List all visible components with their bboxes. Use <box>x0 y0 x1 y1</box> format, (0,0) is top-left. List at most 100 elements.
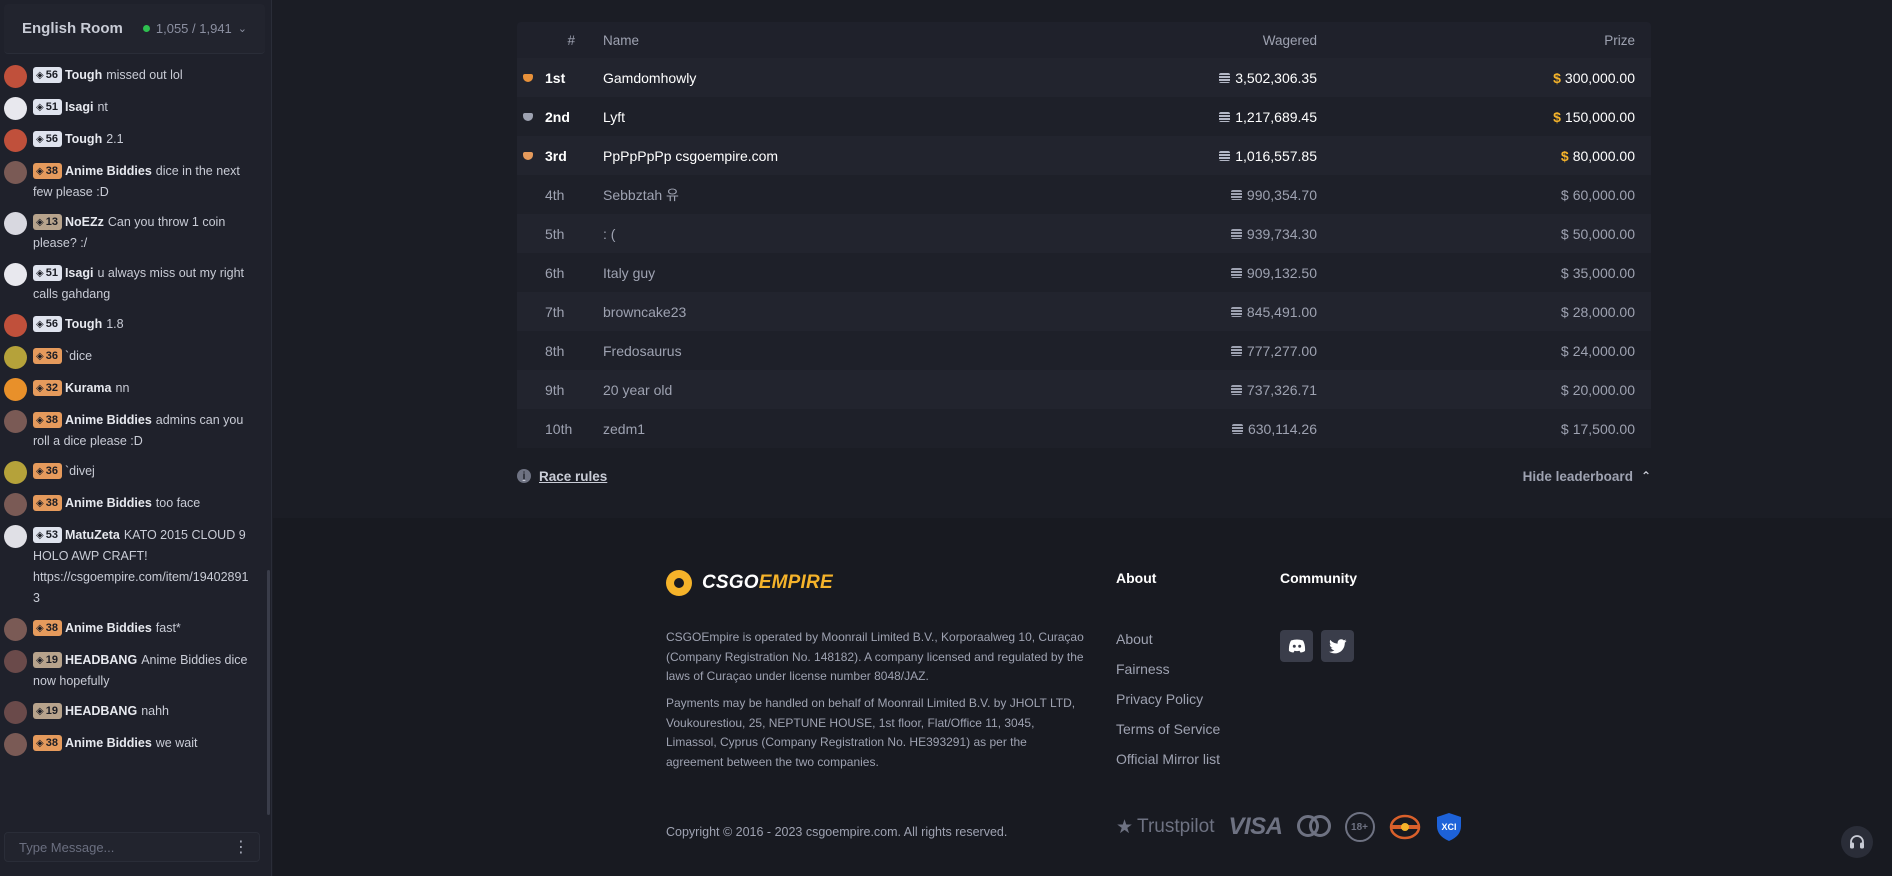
support-button[interactable] <box>1841 826 1873 858</box>
footer-link[interactable]: Fairness <box>1116 660 1220 679</box>
level-badge: ◈ 38 <box>33 620 62 636</box>
chat-username[interactable]: Anime Biddies <box>65 621 152 635</box>
avatar[interactable] <box>4 493 27 516</box>
avatar[interactable] <box>4 314 27 337</box>
player-name: zedm1 <box>603 420 646 437</box>
legal-payments-text: Payments may be handled on behalf of Moo… <box>666 696 1076 769</box>
license-shield-icon[interactable]: XCI <box>1435 812 1463 842</box>
chat-username[interactable]: Anime Biddies <box>65 496 152 510</box>
chat-username[interactable]: HEADBANG <box>65 653 137 667</box>
avatar[interactable] <box>4 129 27 152</box>
level-number: 36 <box>45 465 58 477</box>
level-badge: ◈ 38 <box>33 412 62 428</box>
medal-icon <box>523 151 533 160</box>
chevron-up-icon: ⌃ <box>1640 469 1651 483</box>
chat-message-text: nahh <box>141 704 169 718</box>
dollar-icon: $ <box>1560 303 1569 320</box>
player-name: Fredosaurus <box>603 342 682 359</box>
level-number: 38 <box>45 497 58 509</box>
chat-username[interactable]: Tough <box>65 132 102 146</box>
chat-username[interactable]: Tough <box>65 317 102 331</box>
avatar[interactable] <box>4 701 27 724</box>
prize-amount: 150,000.00 <box>1564 108 1635 125</box>
discord-button[interactable] <box>1280 630 1313 662</box>
level-gem-icon: ◈ <box>36 351 44 362</box>
gaming-authority-icon <box>1389 814 1420 840</box>
avatar[interactable] <box>4 263 27 286</box>
chat-username[interactable]: Tough <box>65 68 102 82</box>
footer-link[interactable]: Official Mirror list <box>1116 750 1220 769</box>
chat-username[interactable]: Anime Biddies <box>65 164 152 178</box>
wagered-cell: 909,132.50 <box>1057 265 1317 281</box>
chat-message-input[interactable] <box>19 839 209 855</box>
twitter-button[interactable] <box>1321 630 1354 662</box>
chat-message-body: ◈ 38 Anime Biddies dice in the next few ple… <box>33 161 258 203</box>
chat-message-body: ◈ 38 Anime Biddies admins can you roll a di… <box>33 410 258 452</box>
level-number: 53 <box>45 529 58 541</box>
chat-username[interactable]: Kurama <box>65 381 112 395</box>
footer-link[interactable]: About <box>1116 630 1220 649</box>
player-name: Gamdomhowly <box>603 69 697 86</box>
hide-leaderboard-button[interactable]: Hide leaderboard ⌃ <box>1523 469 1651 484</box>
level-number: 51 <box>45 267 58 279</box>
footer-link[interactable]: Terms of Service <box>1116 720 1220 739</box>
wagered-cell: 3,502,306.35 <box>1057 70 1317 86</box>
avatar[interactable] <box>4 212 27 235</box>
level-number: 19 <box>45 705 58 717</box>
chat-username[interactable]: Anime Biddies <box>65 736 152 750</box>
footer-link[interactable]: Privacy Policy <box>1116 690 1220 709</box>
chat-username[interactable]: Isagi <box>65 100 94 114</box>
rank-cell: 7th <box>517 304 597 320</box>
avatar[interactable] <box>4 378 27 401</box>
coins-icon <box>1219 72 1231 83</box>
online-count-text: 1,055 / 1,941 <box>155 21 232 36</box>
brand-logo[interactable]: CSGOEMPIRE <box>666 570 833 596</box>
chat-username[interactable]: NoEZz <box>65 215 104 229</box>
medal-icon <box>523 73 533 82</box>
prize-amount: 80,000.00 <box>1572 147 1635 164</box>
wagered-amount: 990,354.70 <box>1246 186 1317 203</box>
level-gem-icon: ◈ <box>36 655 44 666</box>
race-rules-link[interactable]: i Race rules <box>517 469 607 484</box>
chat-message-body: ◈ 19 HEADBANG nahh <box>33 701 258 722</box>
about-column-title: About <box>1116 570 1157 586</box>
social-links <box>1280 630 1354 662</box>
avatar[interactable] <box>4 65 27 88</box>
avatar[interactable] <box>4 161 27 184</box>
leaderboard-row: 5th: (939,734.30 $50,000.00 <box>517 214 1651 253</box>
avatar[interactable] <box>4 525 27 548</box>
avatar[interactable] <box>4 618 27 641</box>
trustpilot-badge[interactable]: ★ Trustpilot <box>1116 816 1214 839</box>
level-badge: ◈ 51 <box>33 99 62 115</box>
chat-username[interactable]: MatuZeta <box>65 528 120 542</box>
player-name: Italy guy <box>603 264 656 281</box>
chat-message: ◈ 36 `dice <box>0 343 262 375</box>
chat-username[interactable]: Anime Biddies <box>65 413 152 427</box>
chat-username[interactable]: HEADBANG <box>65 704 137 718</box>
level-gem-icon: ◈ <box>36 738 44 749</box>
level-gem-icon: ◈ <box>36 415 44 426</box>
avatar[interactable] <box>4 733 27 756</box>
rank-cell: 2nd <box>517 109 597 125</box>
rank-cell: 3rd <box>517 148 597 164</box>
prize-amount: 20,000.00 <box>1572 381 1635 398</box>
wagered-amount: 939,734.30 <box>1246 225 1317 242</box>
chat-room-selector[interactable]: English Room 1,055 / 1,941 ⌄ <box>4 4 265 54</box>
avatar[interactable] <box>4 346 27 369</box>
chat-scrollbar[interactable] <box>267 570 270 815</box>
level-badge: ◈ 51 <box>33 265 62 281</box>
chevron-down-icon: ⌄ <box>237 23 247 35</box>
avatar[interactable] <box>4 410 27 433</box>
chat-username[interactable]: Isagi <box>65 266 94 280</box>
wagered-amount: 737,326.71 <box>1246 381 1317 398</box>
rank-label: 4th <box>545 186 565 203</box>
wagered-amount: 845,491.00 <box>1246 303 1317 320</box>
avatar[interactable] <box>4 461 27 484</box>
chat-message-body: ◈ 19 HEADBANG Anime Biddies dice now hopefu… <box>33 650 258 692</box>
rank-cell: 9th <box>517 382 597 398</box>
avatar[interactable] <box>4 650 27 673</box>
level-gem-icon: ◈ <box>36 383 44 394</box>
avatar[interactable] <box>4 97 27 120</box>
prize-cell: $24,000.00 <box>1317 343 1651 359</box>
more-options-icon[interactable]: ⋮ <box>233 837 249 857</box>
